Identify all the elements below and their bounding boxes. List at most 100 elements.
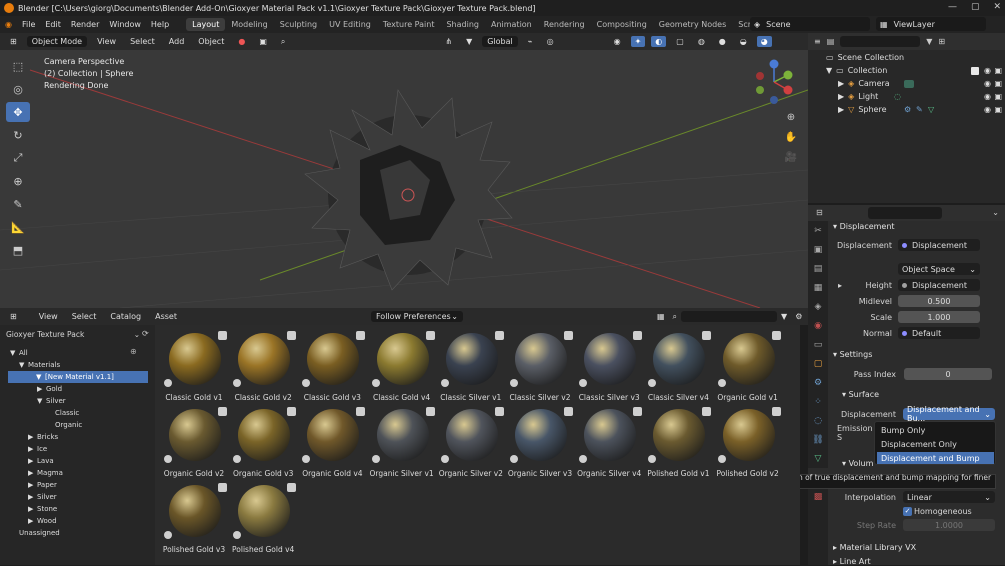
collapse-icon[interactable]: ▶ — [28, 433, 37, 441]
data-tab-icon[interactable]: ▽ — [808, 449, 828, 468]
collection-tab-icon[interactable]: ▭ — [808, 335, 828, 354]
camera-view-icon[interactable]: 🎥 — [782, 152, 800, 170]
workspace-tab-sculpting[interactable]: Sculpting — [274, 18, 323, 31]
asset-menu-select[interactable]: Select — [68, 311, 101, 322]
viewport-menu-add[interactable]: Add — [165, 36, 189, 47]
material-asset-tile[interactable]: Polished Gold v4 — [230, 481, 297, 557]
scale-field[interactable]: 1.000 — [898, 311, 980, 323]
surface-subsection-header[interactable]: ▾ Surface — [842, 390, 879, 399]
tool-tab-icon[interactable]: ✂ — [808, 221, 828, 240]
collapse-icon[interactable]: ▶ — [28, 505, 37, 513]
output-tab-icon[interactable]: ▤ — [808, 259, 828, 278]
outliner-editor-icon[interactable]: ≡ — [814, 37, 821, 46]
sphere-modifier-icon[interactable]: ⚙ — [904, 105, 911, 114]
edit-asset-icon[interactable] — [771, 331, 781, 340]
asset-menu-catalog[interactable]: Catalog — [106, 311, 145, 322]
collapse-icon[interactable]: ▶ — [28, 481, 37, 489]
asset-menu-view[interactable]: View — [35, 311, 62, 322]
surface-displacement-dropdown[interactable]: Displacement and Bu... ⌄ — [903, 405, 995, 423]
option-displacement-only[interactable]: Displacement Only — [877, 438, 994, 450]
outliner-item-sphere[interactable]: ▶ ▽ Sphere ⚙ ✎ ▽ ◉ ▣ — [808, 103, 1005, 116]
search-icon[interactable]: ⌕ — [669, 311, 681, 323]
maximize-button[interactable]: ▢ — [971, 2, 980, 12]
edit-asset-icon[interactable] — [564, 407, 573, 416]
modifier-tab-icon[interactable]: ⚙ — [808, 373, 828, 392]
material-asset-tile[interactable]: Classic Silver v2 — [507, 329, 573, 405]
edit-asset-icon[interactable] — [356, 407, 366, 416]
pass-index-field[interactable]: 0 — [904, 368, 992, 380]
material-asset-tile[interactable]: Classic Gold v4 — [369, 329, 435, 405]
outliner-item-camera[interactable]: ▶ ◈ Camera ◉ ▣ — [808, 77, 1005, 90]
camera-data-icon[interactable] — [904, 79, 914, 88]
catalog-item[interactable]: ▶ Wood — [0, 515, 155, 527]
new-collection-icon[interactable]: ⊞ — [938, 37, 945, 46]
catalog-item[interactable]: ▶ Bricks — [0, 431, 155, 443]
outliner-display-mode-icon[interactable]: ▤ — [827, 37, 835, 46]
shading-solid-icon[interactable]: ● — [715, 36, 730, 47]
constraints-tab-icon[interactable]: ⛓ — [808, 430, 828, 449]
sphere-expand-icon[interactable]: ▶ — [838, 105, 844, 114]
outliner-filter-icon[interactable]: ▼ — [926, 37, 932, 46]
material-asset-tile[interactable]: Classic Silver v4 — [645, 329, 712, 405]
catalog-item[interactable]: ▶ Magma — [0, 467, 155, 479]
light-data-icon[interactable]: ◌ — [894, 92, 901, 101]
edit-asset-icon[interactable] — [425, 331, 435, 340]
editor-type-icon[interactable]: ⊞ — [6, 36, 21, 47]
shading-material-icon[interactable]: ◒ — [736, 36, 751, 47]
homogeneous-checkbox[interactable]: ✓ — [903, 507, 912, 516]
material-asset-tile[interactable]: Classic Silver v3 — [576, 329, 643, 405]
transform-orientation-selector[interactable]: Global — [482, 36, 518, 47]
asset-filter-icon[interactable]: ▼ — [777, 311, 791, 322]
outliner-item-light[interactable]: ▶ ◈ Light ◌ ◉ ▣ — [808, 90, 1005, 103]
select-box-tool[interactable]: ⬚ — [6, 56, 30, 76]
sphere-visibility-icon[interactable]: ◉ — [984, 105, 991, 114]
volume-subsection-header[interactable]: ▾ Volum — [842, 459, 873, 468]
edit-asset-icon[interactable] — [287, 331, 297, 340]
midlevel-field[interactable]: 0.500 — [898, 295, 980, 307]
material-asset-tile[interactable]: Organic Gold v3 — [230, 405, 297, 481]
expand-icon[interactable]: ▼ — [10, 349, 19, 357]
zoom-icon[interactable]: ⊕ — [782, 112, 800, 130]
pan-hand-icon[interactable]: ✋ — [782, 132, 800, 150]
edit-asset-icon[interactable] — [771, 407, 781, 416]
cursor-tool[interactable]: ◎ — [6, 79, 30, 99]
material-asset-tile[interactable]: Organic Gold v4 — [299, 405, 366, 481]
transform-tool[interactable]: ⊕ — [6, 171, 30, 191]
library-selector[interactable]: Gioxyer Texture Pack ⌄ — [6, 329, 140, 340]
camera-visibility-icon[interactable]: ◉ — [984, 79, 991, 88]
workspace-tab-rendering[interactable]: Rendering — [538, 18, 591, 31]
menu-window[interactable]: Window — [104, 20, 146, 29]
workspace-tab-uv-editing[interactable]: UV Editing — [323, 18, 377, 31]
height-socket-field[interactable]: Displacement — [898, 279, 980, 291]
catalog-item[interactable]: ▶ Lava — [0, 455, 155, 467]
blender-menu-icon[interactable]: ◉ — [0, 20, 17, 29]
scene-selector[interactable]: ◈ Scene — [750, 17, 870, 31]
material-asset-tile[interactable]: Organic Gold v2 — [161, 405, 227, 481]
properties-editor-icon[interactable]: ⊟ — [816, 208, 823, 217]
outliner-search-input[interactable] — [840, 36, 921, 47]
expand-icon[interactable]: ▼ — [37, 397, 46, 405]
collapse-icon[interactable]: ▶ — [28, 469, 37, 477]
camera-render-icon[interactable]: ▣ — [994, 79, 1002, 88]
edit-asset-icon[interactable] — [287, 483, 297, 492]
collapse-icon[interactable]: ▶ — [28, 517, 37, 525]
edit-asset-icon[interactable] — [425, 407, 435, 416]
menu-file[interactable]: File — [17, 20, 40, 29]
workspace-tab-animation[interactable]: Animation — [485, 18, 538, 31]
settings-section-header[interactable]: ▾ Settings — [833, 350, 872, 359]
scale-tool[interactable]: ⤢ — [6, 148, 30, 168]
material-asset-tile[interactable]: Organic Silver v3 — [507, 405, 573, 481]
add-cube-tool[interactable]: ⬒ — [6, 240, 30, 260]
measure-tool[interactable]: 📐 — [6, 217, 30, 237]
menu-render[interactable]: Render — [66, 20, 104, 29]
filter-icon[interactable]: ▼ — [462, 36, 476, 47]
asset-settings-icon[interactable]: ⚙ — [791, 311, 806, 322]
material-asset-tile[interactable]: Organic Silver v2 — [438, 405, 504, 481]
catalog-item[interactable]: ▼ [New Material v1.1] — [8, 371, 148, 383]
light-visibility-icon[interactable]: ◉ — [984, 92, 991, 101]
physics-tab-icon[interactable]: ◌ — [808, 411, 828, 430]
navigation-gizmo[interactable] — [752, 58, 796, 106]
workspace-tab-layout[interactable]: Layout — [186, 18, 226, 31]
catalog-item[interactable]: ▼ Silver — [0, 395, 155, 407]
catalog-item[interactable]: ▶ Silver — [0, 491, 155, 503]
